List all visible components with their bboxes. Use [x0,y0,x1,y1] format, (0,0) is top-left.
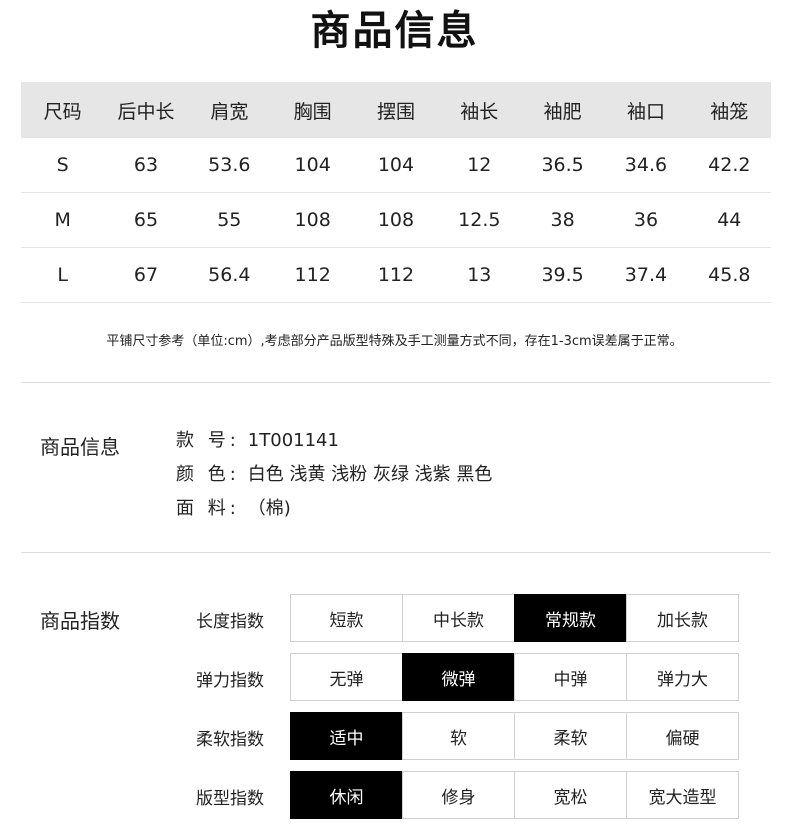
header-cell: 后中长 [104,82,188,138]
measurement-note: 平铺尺寸参考（单位:cm）,考虑部分产品版型特殊及手工测量方式不同，存在1-3c… [106,334,683,349]
table-cell: S [21,138,105,193]
table-row: L 67 56.4 112 112 13 39.5 37.4 45.8 [21,247,771,303]
product-info-list: 款 号: 1T001141 颜 色: 白色 浅黄 浅粉 灰绿 浅紫 黑色 面 料: （… [176,428,492,530]
info-row-style-number: 款 号: 1T001141 [176,428,492,462]
header-cell: 胸围 [270,82,355,138]
table-cell: L [21,247,105,303]
index-options-fit: 休闲 修身 宽松 宽大造型 [290,771,739,819]
index-options-softness: 适中 软 柔软 偏硬 [290,712,739,760]
header-cell: 袖肥 [520,82,605,138]
table-cell: M [21,192,105,248]
header-cell: 袖长 [437,82,521,138]
product-index-label: 商品指数 [40,609,120,633]
product-info-label: 商品信息 [40,435,120,459]
table-cell: 112 [354,247,438,303]
info-key: 颜 色: [176,464,240,485]
table-cell: 37.4 [604,247,688,303]
index-option: 修身 [402,771,515,819]
info-value: 1T001141 [247,430,339,451]
index-option: 中弹 [514,653,627,701]
index-option: 偏硬 [626,712,739,760]
index-option: 中长款 [402,594,515,642]
info-value: （棉) [247,498,291,519]
index-option: 适中 [290,712,403,760]
info-key: 款 号: [176,430,240,451]
table-cell: 112 [270,247,355,303]
index-option: 微弹 [402,653,515,701]
table-cell: 36 [604,192,688,248]
index-row-label: 柔软指数 [196,730,264,750]
table-cell: 34.6 [604,138,688,193]
info-row-fabric: 面 料: （棉) [176,496,492,530]
index-option: 加长款 [626,594,739,642]
header-cell: 袖口 [604,82,688,138]
table-row: M 65 55 108 108 12.5 38 36 44 [21,192,771,248]
table-cell: 108 [270,192,355,248]
index-option: 宽松 [514,771,627,819]
table-cell: 55 [187,192,271,248]
table-cell: 36.5 [520,138,605,193]
table-cell: 104 [270,138,355,193]
index-option: 弹力大 [626,653,739,701]
table-row: S 63 53.6 104 104 12 36.5 34.6 42.2 [21,138,771,193]
table-cell: 13 [437,247,521,303]
index-options-length: 短款 中长款 常规款 加长款 [290,594,739,642]
index-option: 短款 [290,594,403,642]
table-cell: 104 [354,138,438,193]
index-option: 休闲 [290,771,403,819]
section-divider [21,382,771,383]
header-cell: 袖笼 [687,82,771,138]
table-cell: 65 [104,192,188,248]
index-row-label: 版型指数 [196,789,264,809]
table-cell: 53.6 [187,138,271,193]
index-row-label: 弹力指数 [196,671,264,691]
info-value: 白色 浅黄 浅粉 灰绿 浅紫 黑色 [247,464,493,485]
info-key: 面 料: [176,498,240,519]
size-table: 尺码 后中长 肩宽 胸围 摆围 袖长 袖肥 袖口 袖笼 S 63 53.6 10… [21,82,771,303]
table-cell: 56.4 [187,247,271,303]
index-option: 软 [402,712,515,760]
index-row-label: 长度指数 [196,612,264,632]
section-divider [21,552,771,553]
table-cell: 108 [354,192,438,248]
header-cell: 肩宽 [187,82,271,138]
header-cell: 尺码 [21,82,105,138]
index-options-elasticity: 无弹 微弹 中弹 弹力大 [290,653,739,701]
index-option: 宽大造型 [626,771,739,819]
index-option: 柔软 [514,712,627,760]
table-cell: 63 [104,138,188,193]
index-option: 常规款 [514,594,627,642]
table-cell: 38 [520,192,605,248]
table-cell: 45.8 [687,247,771,303]
index-option: 无弹 [290,653,403,701]
size-table-header-row: 尺码 后中长 肩宽 胸围 摆围 袖长 袖肥 袖口 袖笼 [21,82,771,138]
page-title: 商品信息 [310,8,479,54]
table-cell: 42.2 [687,138,771,193]
table-cell: 39.5 [520,247,605,303]
table-cell: 67 [104,247,188,303]
table-cell: 12 [437,138,521,193]
header-cell: 摆围 [354,82,438,138]
info-row-color: 颜 色: 白色 浅黄 浅粉 灰绿 浅紫 黑色 [176,462,492,496]
table-cell: 44 [687,192,771,248]
table-cell: 12.5 [437,192,521,248]
